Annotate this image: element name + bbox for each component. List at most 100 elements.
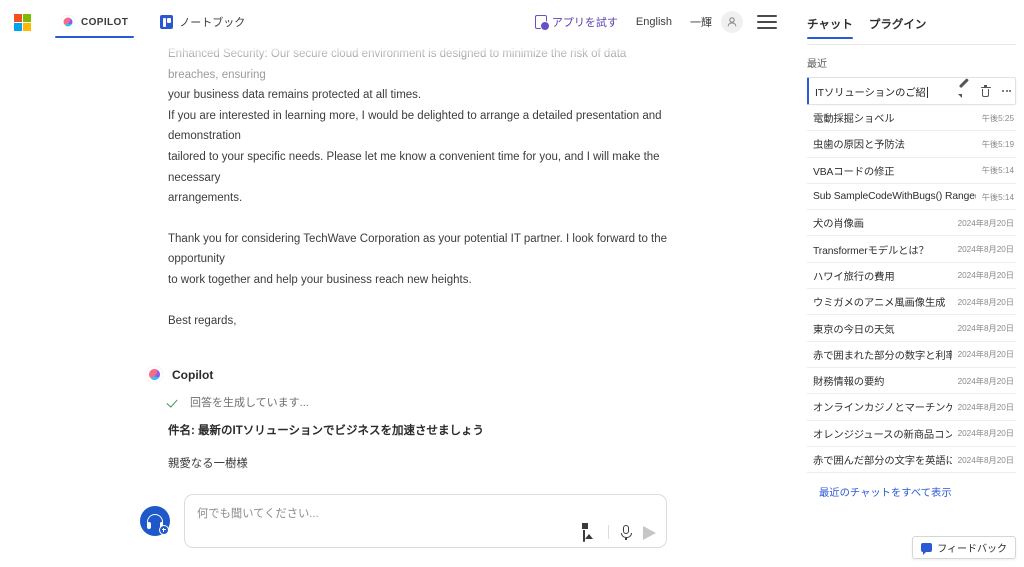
list-item[interactable]: Transformerモデルとは？ 2024年8月20日 [807, 236, 1016, 263]
send-icon[interactable] [643, 526, 656, 540]
chat-timestamp: 午後5:14 [981, 166, 1014, 176]
recent-chat-list[interactable]: ITソリューションのご紹 電動採掘ショベル 午後5:25 虫歯の原因と予防法 午… [797, 77, 1024, 567]
app-root: COPILOT ノートブック アプリを試す English 一輝 Enhance… [0, 0, 1024, 567]
row-actions [958, 85, 1013, 98]
chat-timestamp: 2024年8月20日 [957, 218, 1014, 228]
message-line: tailored to your specific needs. Please … [168, 150, 660, 184]
feedback-label: フィードバック [937, 544, 1007, 555]
chat-timestamp: 午後5:19 [981, 139, 1014, 149]
image-upload-icon[interactable] [583, 523, 599, 542]
chat-timestamp: 午後5:25 [981, 113, 1014, 123]
copilot-response-header: Copilot [146, 366, 677, 384]
message-line: your business data remains protected at … [168, 89, 422, 102]
conversation-scroll-area[interactable]: Enhanced Security: Our secure cloud envi… [0, 44, 797, 489]
email-subject: 件名: 最新のITソリューションでビジネスを加速させましょう [168, 425, 485, 438]
right-sidebar: チャット プラグイン 最近 ITソリューションのご紹 電動採掘ショベル 午後5:… [797, 0, 1024, 567]
account-button[interactable] [721, 11, 743, 33]
message-line: arrangements. [168, 192, 243, 205]
list-item[interactable]: 赤で囲まれた部分の数字と利率 2024年8月20日 [807, 342, 1016, 368]
new-chat-avatar-button[interactable] [140, 506, 170, 536]
chat-title: 電動採掘ショベル [813, 114, 895, 126]
copilot-icon [61, 15, 75, 29]
try-apps-label: アプリを試す [551, 17, 618, 29]
top-bar-right: アプリを試す English 一輝 [534, 11, 787, 33]
notebook-icon [160, 15, 174, 29]
composer-area: 何でも聞いてください... [0, 463, 797, 567]
person-icon [727, 17, 737, 27]
list-item[interactable]: ウミガメのアニメ風画像生成 2024年8月20日 [807, 289, 1016, 316]
chat-title: 赤で囲んだ部分の文字を英語にして [813, 456, 952, 467]
try-apps-button[interactable]: アプリを試す [534, 14, 618, 31]
microsoft-logo-icon[interactable] [14, 13, 31, 31]
chat-title: Sub SampleCodeWithBugs() Range("A1 [813, 191, 976, 203]
copilot-label: Copilot [172, 367, 214, 382]
composer-actions [583, 523, 656, 542]
headset-icon [147, 514, 163, 529]
divider [608, 525, 609, 539]
recent-section-label: 最近 [807, 59, 827, 70]
chat-timestamp: 2024年8月20日 [957, 271, 1014, 281]
feedback-button[interactable]: フィードバック [912, 536, 1016, 559]
chat-timestamp: 2024年8月20日 [957, 245, 1014, 255]
primary-nav-tabs: COPILOT ノートブック [53, 0, 269, 44]
list-item-selected[interactable]: ITソリューションのご紹 [807, 77, 1016, 105]
checkmark-icon [168, 396, 181, 409]
show-all-chats-link[interactable]: 最近のチャットをすべて表示 [807, 473, 1016, 499]
feedback-bubble-icon [921, 543, 933, 555]
chat-title: 犬の肖像画 [813, 219, 864, 231]
tab-notebook[interactable]: ノートブック [152, 0, 253, 44]
list-item[interactable]: VBAコードの修正 午後5:14 [807, 158, 1016, 184]
message-closing: Best regards, [168, 314, 237, 327]
sidebar-tabs: チャット プラグイン [797, 0, 1024, 40]
chat-title: Transformerモデルとは？ [813, 245, 929, 257]
trash-icon[interactable] [979, 85, 992, 98]
list-item[interactable]: 財務情報の要約 2024年8月20日 [807, 368, 1016, 395]
message-line: Enhanced Security: Our secure cloud envi… [168, 48, 627, 81]
more-options-icon[interactable] [1000, 85, 1013, 98]
tab-chat[interactable]: チャット [807, 16, 853, 39]
tab-plugins[interactable]: プラグイン [869, 16, 927, 39]
response-paragraph: 親愛なる一樹様 [168, 458, 248, 471]
message-line: to work together and help your business … [168, 273, 472, 286]
list-item[interactable]: 東京の今日の天気 2024年8月20日 [807, 315, 1016, 342]
language-selector[interactable]: English [636, 16, 672, 28]
tab-copilot[interactable]: COPILOT [53, 0, 136, 44]
list-item[interactable]: 虫歯の原因と予防法 午後5:19 [807, 131, 1016, 158]
list-item[interactable]: 犬の肖像画 2024年8月20日 [807, 210, 1016, 237]
list-item[interactable]: オンラインカジノとマーチンゲール 2024年8月20日 [807, 394, 1016, 421]
hamburger-menu-icon[interactable] [757, 15, 777, 29]
list-item[interactable]: 赤で囲んだ部分の文字を英語にして 2024年8月20日 [807, 447, 1016, 474]
app-icon [534, 15, 550, 31]
generation-status-text: 回答を生成しています... [190, 397, 309, 410]
chat-timestamp: 2024年8月20日 [957, 429, 1014, 439]
list-item[interactable]: オレンジジュースの新商品コンセプ 2024年8月20日 [807, 421, 1016, 447]
message-line: Thank you for considering TechWave Corpo… [168, 232, 668, 266]
generation-status: 回答を生成しています... [168, 394, 677, 410]
chat-title: ハワイ旅行の費用 [813, 271, 895, 283]
main-column: COPILOT ノートブック アプリを試す English 一輝 Enhance… [0, 0, 797, 567]
chat-timestamp: 午後5:14 [981, 192, 1014, 202]
tab-copilot-label: COPILOT [81, 16, 129, 28]
tab-notebook-label: ノートブック [179, 17, 246, 29]
chat-title: 赤で囲まれた部分の数字と利率 [813, 350, 952, 362]
chat-title: 財務情報の要約 [813, 377, 885, 389]
edit-pencil-icon[interactable] [958, 85, 971, 98]
user-name[interactable]: 一輝 [690, 14, 712, 30]
chat-timestamp: 2024年8月20日 [957, 350, 1014, 360]
microphone-icon[interactable] [618, 524, 634, 540]
list-item[interactable]: ハワイ旅行の費用 2024年8月20日 [807, 263, 1016, 290]
chat-title: ウミガメのアニメ風画像生成 [813, 298, 946, 310]
chat-timestamp: 2024年8月20日 [957, 402, 1014, 412]
copilot-icon [146, 366, 163, 384]
add-icon [159, 525, 169, 535]
chat-timestamp: 2024年8月20日 [957, 376, 1014, 386]
chat-input-box[interactable]: 何でも聞いてください... [184, 494, 667, 548]
list-item[interactable]: 電動採掘ショベル 午後5:25 [807, 105, 1016, 132]
chat-timestamp: 2024年8月20日 [957, 297, 1014, 307]
top-bar: COPILOT ノートブック アプリを試す English 一輝 [0, 0, 797, 44]
chat-title-input[interactable]: ITソリューションのご紹 [815, 84, 952, 99]
chat-input-placeholder: 何でも聞いてください... [197, 508, 319, 520]
conversation: Enhanced Security: Our secure cloud envi… [0, 44, 797, 489]
chat-timestamp: 2024年8月20日 [957, 324, 1014, 334]
list-item[interactable]: Sub SampleCodeWithBugs() Range("A1 午後5:1… [807, 184, 1016, 211]
